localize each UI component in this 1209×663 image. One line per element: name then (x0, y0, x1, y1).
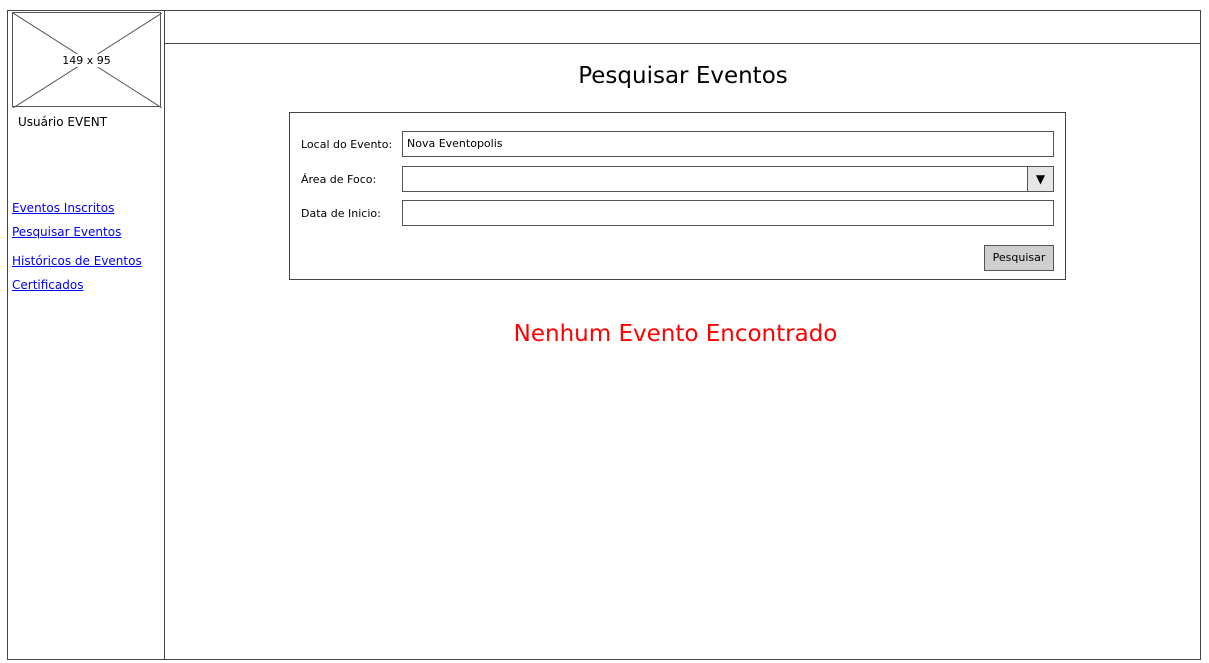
chevron-down-icon[interactable]: ▼ (1027, 167, 1053, 191)
empty-results-message: Nenhum Evento Encontrado (513, 321, 838, 347)
local-label: Local do Evento: (301, 138, 393, 151)
area-select[interactable]: ▼ (402, 166, 1054, 192)
user-name: Usuário EVENT (18, 115, 108, 129)
local-input[interactable]: Nova Eventopolis (402, 131, 1054, 157)
logo-image-placeholder: 149 x 95 (12, 12, 162, 108)
search-button[interactable]: Pesquisar (984, 245, 1054, 271)
logo-size-label: 149 x 95 (60, 54, 113, 67)
page-title: Pesquisar Eventos (578, 63, 788, 89)
sidebar-nav: Eventos Inscritos Pesquisar Eventos Hist… (12, 201, 142, 302)
sidebar-item-historicos-de-eventos[interactable]: Históricos de Eventos (12, 254, 142, 278)
top-bar (165, 10, 1201, 44)
area-label: Área de Foco: (301, 173, 377, 186)
data-input[interactable] (402, 200, 1054, 226)
sidebar-item-certificados[interactable]: Certificados (12, 278, 142, 302)
sidebar-item-pesquisar-eventos[interactable]: Pesquisar Eventos (12, 225, 142, 249)
data-label: Data de Inicio: (301, 207, 381, 220)
search-form-panel: Local do Evento: Nova Eventopolis Área d… (289, 112, 1066, 280)
sidebar-item-eventos-inscritos[interactable]: Eventos Inscritos (12, 201, 142, 225)
